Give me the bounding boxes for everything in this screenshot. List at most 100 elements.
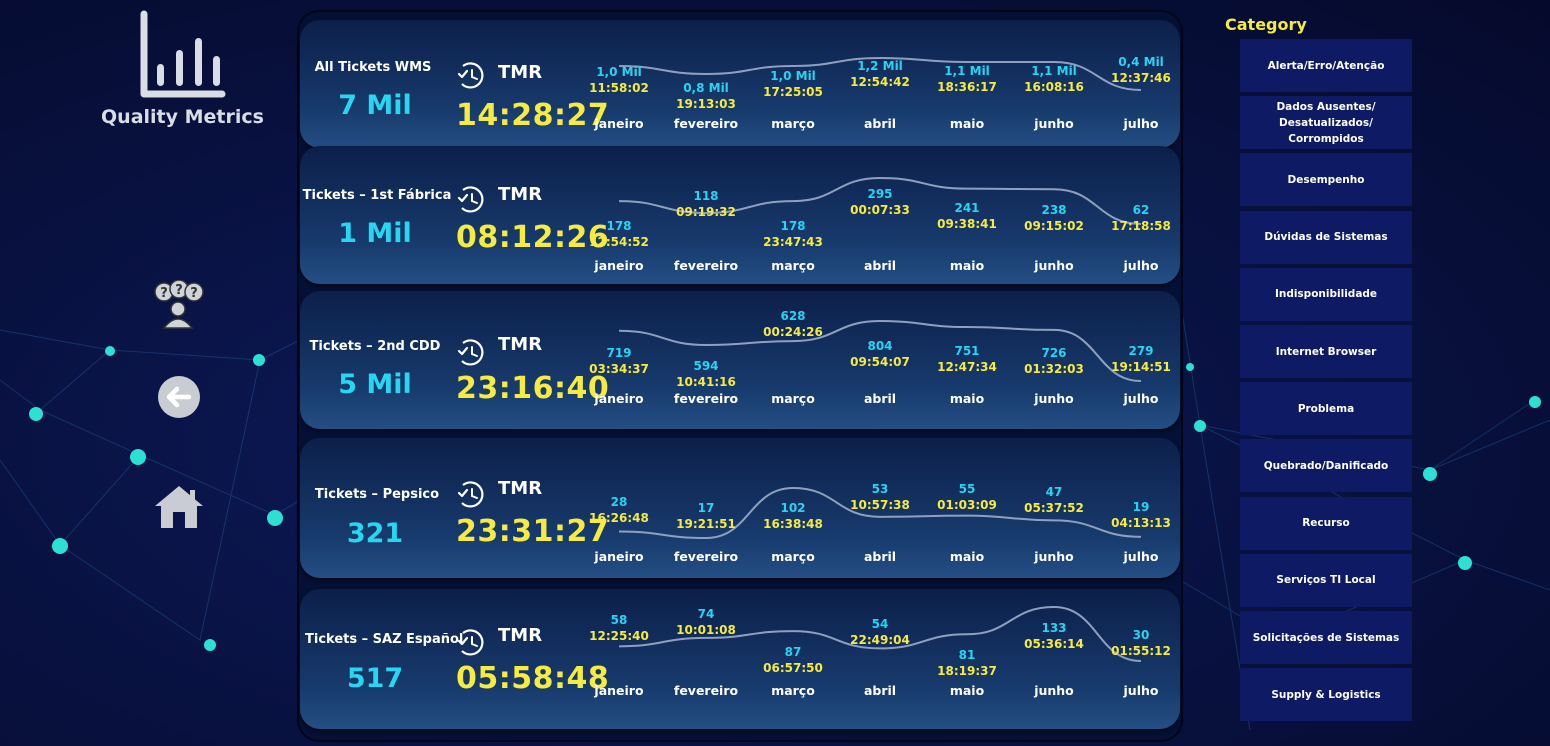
month-label: janeiro [593, 549, 644, 564]
month-count-label: 295 [867, 187, 892, 201]
month-tmr-label: 16:38:48 [763, 517, 823, 531]
month-tmr-label: 09:15:02 [1024, 219, 1084, 233]
month-tmr-label: 06:57:50 [763, 661, 823, 675]
month-count-label: 279 [1128, 344, 1153, 358]
month-label: junho [1033, 549, 1074, 564]
month-label: maio [950, 116, 985, 131]
month-label: julho [1123, 391, 1159, 406]
month-tmr-label: 19:14:51 [1111, 360, 1171, 374]
month-label: março [771, 683, 815, 698]
bar-chart-icon [140, 10, 225, 98]
month-tmr-label: 12:37:46 [1111, 71, 1171, 85]
category-button[interactable]: Solicitações de Sistemas [1240, 611, 1412, 664]
monthly-trend-chart: janeiro 58 12:25:40 fevereiro 74 10:01:08 març… [589, 605, 1171, 698]
category-button[interactable]: Dúvidas de Sistemas [1240, 210, 1412, 264]
month-tmr-label: 10:01:08 [676, 623, 736, 637]
monthly-trend-chart: janeiro 178 12:54:52 fevereiro 118 09:19:32 ma… [589, 176, 1171, 273]
month-count-label: 628 [780, 309, 805, 323]
category-button[interactable]: Desempenho [1240, 153, 1412, 207]
month-count-label: 1,1 Mil [1031, 64, 1077, 78]
month-label: fevereiro [674, 258, 739, 273]
month-label: abril [864, 116, 896, 131]
month-tmr-label: 10:57:38 [850, 498, 910, 512]
month-label: julho [1123, 116, 1159, 131]
month-label: junho [1033, 258, 1074, 273]
month-tmr-label: 18:36:17 [937, 80, 997, 94]
month-tmr-label: 18:19:37 [937, 664, 997, 678]
category-button[interactable]: Alerta/Erro/Atenção [1240, 39, 1412, 92]
month-label: janeiro [593, 116, 644, 131]
home-button[interactable] [152, 482, 206, 534]
card-all-tickets-wms[interactable]: All Tickets WMS 7 Mil TMR 14:28:27 janei… [300, 20, 1180, 148]
month-count-label: 133 [1041, 621, 1066, 635]
month-count-label: 102 [780, 501, 805, 515]
month-count-label: 719 [606, 346, 631, 360]
month-count-label: 1,0 Mil [596, 65, 642, 79]
category-button[interactable]: Serviços TI Local [1240, 553, 1412, 607]
month-tmr-label: 22:49:04 [850, 633, 910, 647]
month-count-label: 54 [872, 617, 889, 631]
month-count-label: 55 [959, 482, 976, 496]
month-count-label: 81 [959, 648, 976, 662]
month-count-label: 19 [1133, 500, 1150, 514]
month-count-label: 30 [1133, 628, 1150, 642]
month-count-label: 0,8 Mil [683, 81, 729, 95]
month-label: março [771, 116, 815, 131]
svg-text:?: ? [160, 286, 168, 301]
month-label: março [771, 391, 815, 406]
month-tmr-label: 17:25:05 [763, 85, 823, 99]
category-title: Category [1225, 15, 1307, 34]
category-button[interactable]: Dados Ausentes/ Desatualizados/ Corrompi… [1240, 96, 1412, 150]
month-tmr-label: 01:55:12 [1111, 644, 1171, 658]
month-tmr-label: 00:24:26 [763, 325, 823, 339]
month-label: maio [950, 258, 985, 273]
month-count-label: 28 [611, 495, 628, 509]
month-label: abril [864, 391, 896, 406]
month-tmr-label: 23:47:43 [763, 235, 823, 249]
month-label: fevereiro [674, 391, 739, 406]
month-label: junho [1033, 116, 1074, 131]
month-label: julho [1123, 258, 1159, 273]
month-label: julho [1123, 683, 1159, 698]
category-button[interactable]: Internet Browser [1240, 325, 1412, 378]
month-count-label: 58 [611, 613, 628, 627]
help-people-icon[interactable]: ? ? ? [152, 279, 206, 334]
month-label: abril [864, 549, 896, 564]
month-label: junho [1033, 683, 1074, 698]
month-label: julho [1123, 549, 1159, 564]
monthly-trend-chart: janeiro 28 16:26:48 fevereiro 17 19:21:51 març… [589, 482, 1171, 564]
card-tickets-2nd-cdd[interactable]: Tickets – 2nd CDD 5 Mil TMR 23:16:40 jan… [300, 291, 1180, 429]
month-label: maio [950, 683, 985, 698]
month-label: fevereiro [674, 683, 739, 698]
month-count-label: 178 [606, 219, 631, 233]
svg-text:?: ? [190, 286, 198, 301]
month-label: maio [950, 391, 985, 406]
month-tmr-label: 01:03:09 [937, 498, 997, 512]
month-tmr-label: 12:54:42 [850, 75, 910, 89]
month-tmr-label: 12:25:40 [589, 629, 649, 643]
back-arrow-button[interactable] [156, 374, 202, 424]
card-tickets-saz-espanol[interactable]: Tickets – SAZ Español 517 TMR 05:58:48 j… [300, 589, 1180, 729]
month-count-label: 62 [1133, 203, 1150, 217]
month-tmr-label: 12:54:52 [589, 235, 649, 249]
category-button[interactable]: Supply & Logistics [1240, 668, 1412, 722]
month-tmr-label: 11:58:02 [589, 81, 649, 95]
month-label: janeiro [593, 391, 644, 406]
category-button[interactable]: Problema [1240, 382, 1412, 436]
category-button[interactable]: Recurso [1240, 496, 1412, 550]
app-title: Quality Metrics [101, 106, 264, 128]
month-count-label: 751 [954, 344, 979, 358]
month-count-label: 594 [693, 359, 718, 373]
category-button[interactable]: Quebrado/Danificado [1240, 439, 1412, 493]
month-label: janeiro [593, 258, 644, 273]
month-tmr-label: 09:54:07 [850, 355, 910, 369]
month-count-label: 804 [867, 339, 892, 353]
category-button[interactable]: Indisponibilidade [1240, 267, 1412, 321]
card-tickets-pepsico[interactable]: Tickets – Pepsico 321 TMR 23:31:27 janei… [300, 438, 1180, 578]
month-count-label: 241 [954, 201, 979, 215]
card-tickets-1st-fabrica[interactable]: Tickets – 1st Fábrica 1 Mil TMR 08:12:26… [300, 146, 1180, 284]
month-label: abril [864, 683, 896, 698]
month-tmr-label: 05:36:14 [1024, 637, 1084, 651]
month-tmr-label: 04:13:13 [1111, 516, 1171, 530]
month-tmr-label: 19:21:51 [676, 517, 736, 531]
